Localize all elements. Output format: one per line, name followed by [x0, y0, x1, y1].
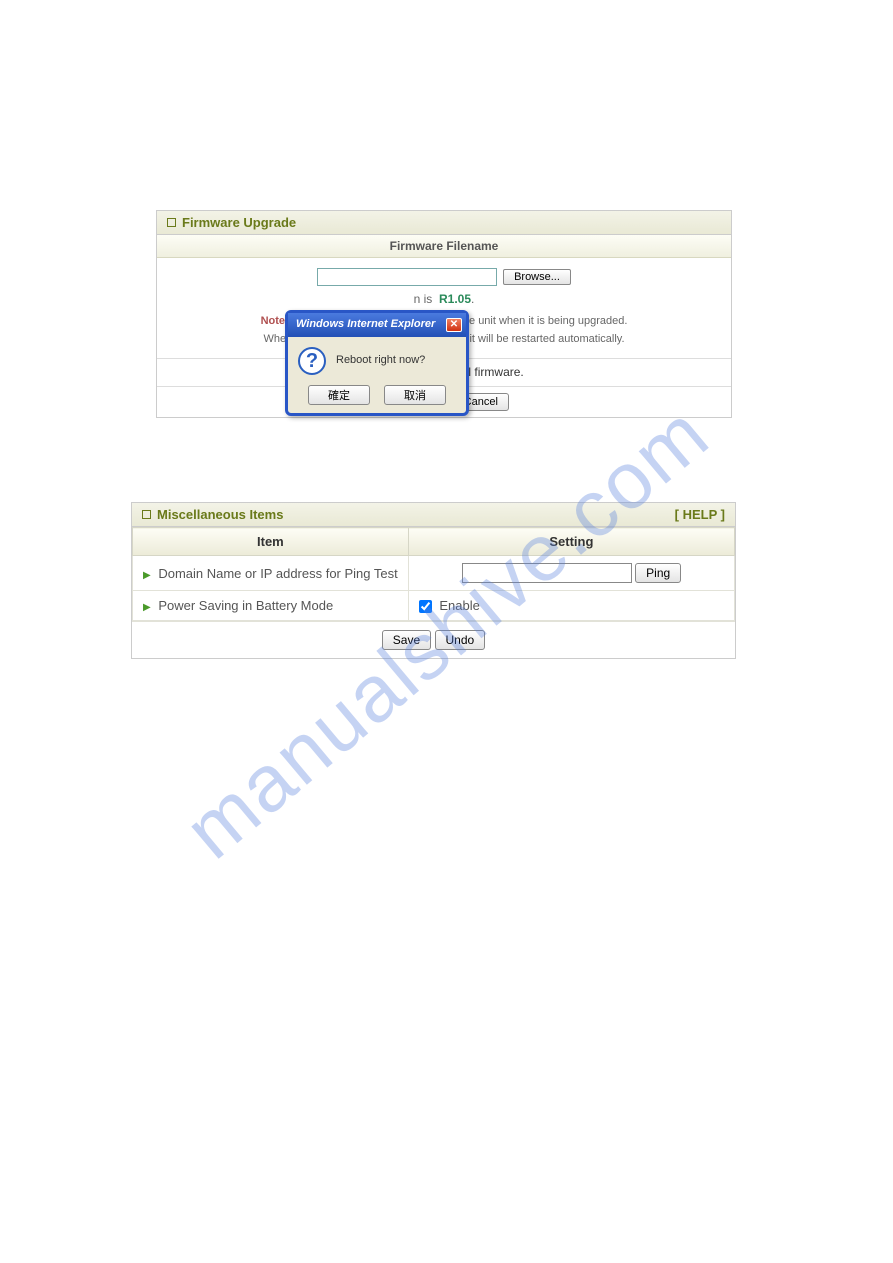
ping-test-label: Domain Name or IP address for Ping Test [158, 566, 397, 581]
firmware-version-value: R1.05 [439, 292, 471, 306]
browse-button[interactable]: Browse... [503, 269, 571, 285]
miscellaneous-panel: Miscellaneous Items [ HELP ] Item Settin… [131, 502, 736, 659]
misc-header: Miscellaneous Items [ HELP ] [132, 503, 735, 527]
note2-suffix: unit will be restarted automatically. [457, 333, 624, 345]
table-row: ▶ Power Saving in Battery Mode Enable [133, 591, 735, 621]
col-item-header: Item [133, 528, 409, 556]
firmware-subheader: Firmware Filename [157, 235, 731, 258]
enable-label-wrap[interactable]: Enable [419, 598, 480, 613]
misc-table: Item Setting ▶ Domain Name or IP address… [132, 527, 735, 621]
col-setting-header: Setting [408, 528, 734, 556]
dialog-cancel-button[interactable]: 取消 [384, 385, 446, 405]
ping-address-input[interactable] [462, 563, 632, 583]
firmware-header-title: Firmware Upgrade [182, 215, 296, 230]
dialog-message: Reboot right now? [336, 352, 425, 370]
enable-label: Enable [439, 598, 479, 613]
firmware-file-input[interactable] [317, 268, 497, 286]
triangle-icon: ▶ [143, 602, 151, 613]
dialog-ok-button[interactable]: 確定 [308, 385, 370, 405]
save-button[interactable]: Save [382, 630, 431, 650]
close-icon[interactable]: ✕ [446, 318, 462, 332]
firmware-upgrade-panel: Firmware Upgrade Firmware Filename Brows… [156, 210, 732, 418]
firmware-body: Browse... n is R1.05. Note! Do n the uni… [157, 258, 731, 359]
table-row: ▶ Domain Name or IP address for Ping Tes… [133, 556, 735, 591]
note1-suffix: the unit when it is being upgraded. [460, 315, 628, 327]
misc-footer: Save Undo [132, 621, 735, 658]
reboot-dialog: Windows Internet Explorer ✕ ? Reboot rig… [285, 310, 469, 416]
firmware-header: Firmware Upgrade [157, 211, 731, 235]
triangle-icon: ▶ [143, 570, 151, 581]
enable-checkbox[interactable] [419, 600, 432, 613]
dialog-title: Windows Internet Explorer [296, 316, 435, 334]
box-icon [167, 218, 176, 227]
dialog-titlebar[interactable]: Windows Internet Explorer ✕ [288, 313, 466, 337]
undo-button[interactable]: Undo [435, 630, 486, 650]
version-fragment-prefix: n is [414, 292, 433, 306]
misc-header-title: Miscellaneous Items [157, 507, 283, 522]
help-link[interactable]: [ HELP ] [675, 507, 725, 522]
question-icon: ? [298, 347, 326, 375]
ping-button[interactable]: Ping [635, 563, 681, 583]
box-icon [142, 510, 151, 519]
power-saving-label: Power Saving in Battery Mode [158, 598, 333, 613]
